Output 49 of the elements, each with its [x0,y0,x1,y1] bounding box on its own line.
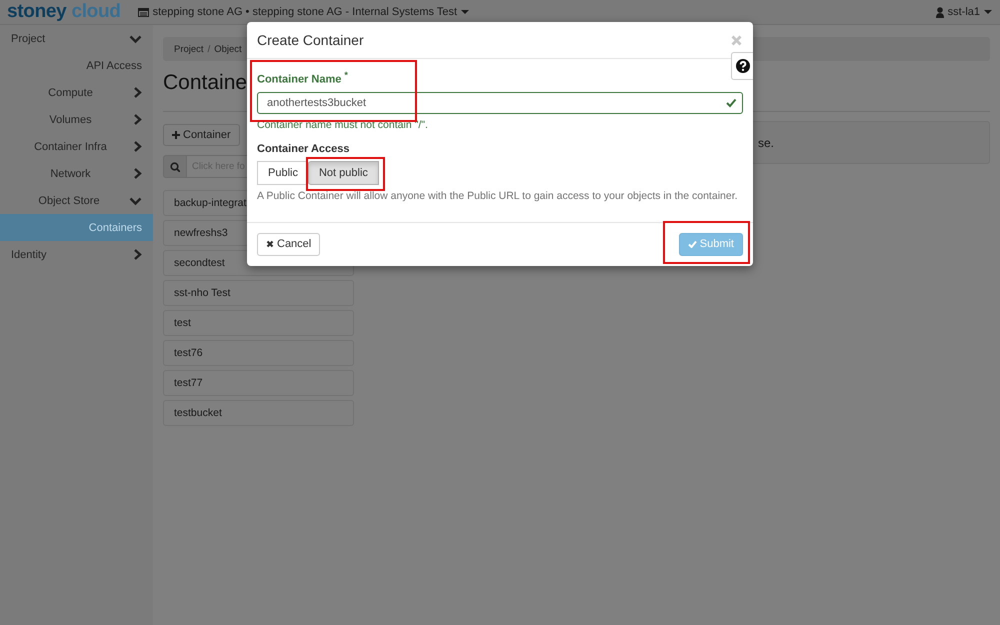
sidebar-label: Container Infra [33,140,108,152]
create-container-button[interactable]: Container [163,124,240,146]
help-button[interactable] [731,52,753,80]
container-item[interactable]: test [163,310,354,336]
close-icon [266,240,274,248]
user-menu[interactable]: sst-la1 [936,6,992,18]
dialog-title: Create Container [257,32,365,48]
user-icon [936,6,944,18]
sidebar-label: Volumes [48,114,93,126]
sidebar-group[interactable]: Volumes [0,106,153,133]
cancel-button[interactable]: Cancel [257,232,320,256]
plus-icon [172,131,180,139]
breadcrumb-link[interactable]: Object [214,44,242,54]
breadcrumb-link[interactable]: Project [174,44,204,54]
breadcrumb-separator: / [208,44,210,54]
sidebar-group[interactable]: Container Infra [0,133,153,160]
brand-logo[interactable]: stoney cloud [7,1,121,23]
toggle-option[interactable]: Public [257,160,309,185]
container-item[interactable]: test76 [163,340,354,366]
sidebar-label: Project [11,32,46,44]
sidebar-label: Identity [11,248,48,260]
toggle-option[interactable]: Not public [308,160,379,185]
help-text: A Public Container will allow anyone with the Public URL to gain access to your objects in the container. [257,190,739,202]
container-item[interactable]: test77 [163,370,354,396]
sidebar-label: Object Store [37,194,101,206]
sidebar-group[interactable]: Network [0,160,153,187]
sidebar-group[interactable]: Object Store [0,187,153,214]
caret-icon [984,10,992,14]
sidebar-group[interactable]: Identity [0,241,153,268]
caret-icon [461,10,470,14]
window-icon [138,8,149,16]
container-item[interactable]: testbucket [163,400,354,426]
sidebar-group[interactable]: Compute [0,79,153,106]
container-name-field[interactable]: anothertests3bucket [257,92,743,114]
search-button[interactable] [163,155,187,178]
sidebar-item[interactable]: Containers [0,214,153,241]
check-icon [688,240,697,248]
sidebar-label: Network [49,168,92,180]
container-item[interactable]: sst-nho Test [163,280,354,306]
field-label: Container Name $^{*}$ [257,70,349,86]
sidebar-item[interactable]: API Access [0,52,153,79]
page-title: Containe [163,71,248,96]
search-icon [170,162,180,172]
sidebar-group[interactable]: Project [0,25,153,52]
project-selector[interactable]: stepping stone AG • stepping stone AG - Internal Systems Test [138,6,470,18]
sidebar-label: Compute [47,86,94,98]
check-icon [726,98,737,108]
question-icon [736,59,750,73]
field-label: Container Access [257,142,351,155]
